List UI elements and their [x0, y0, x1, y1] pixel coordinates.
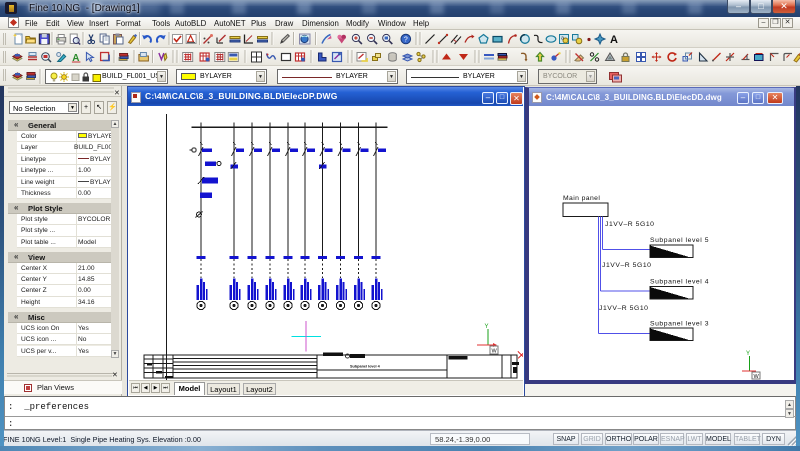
svg-text:W: W: [754, 374, 760, 380]
svg-text:Subpanel level 4: Subpanel level 4: [350, 365, 381, 369]
svg-text:J1VV–R 5G10: J1VV–R 5G10: [599, 305, 649, 312]
svg-text:A: A: [610, 34, 618, 46]
svg-text:Subpanel level 4: Subpanel level 4: [650, 279, 709, 286]
svg-text:?: ?: [404, 37, 408, 44]
svg-text:Subpanel level 5: Subpanel level 5: [650, 237, 709, 244]
svg-text:Subpanel level 3: Subpanel level 3: [650, 321, 709, 328]
svg-text:J1VV–R 5G10: J1VV–R 5G10: [602, 262, 652, 269]
svg-text:Main panel: Main panel: [563, 195, 600, 202]
svg-text:J1VV–R 5G10: J1VV–R 5G10: [605, 221, 655, 228]
svg-text:W: W: [492, 349, 498, 355]
